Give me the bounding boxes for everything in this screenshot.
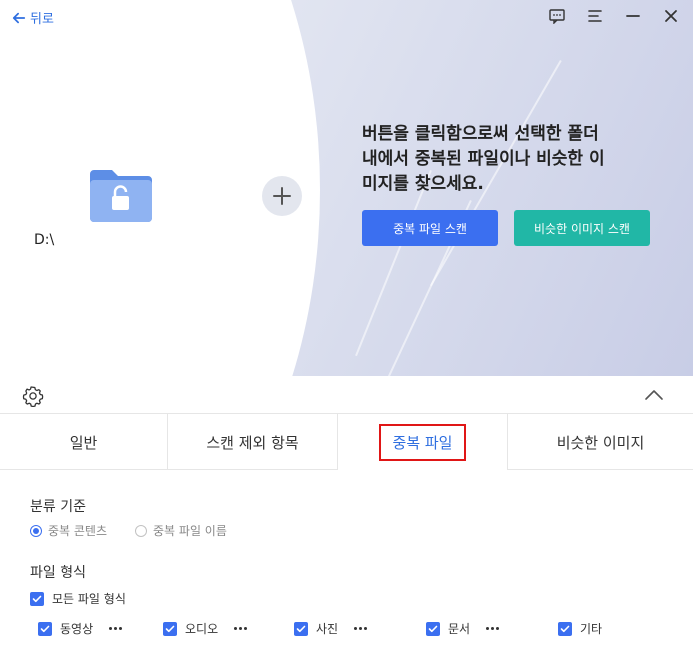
checkbox-checked (426, 621, 440, 636)
menu-button[interactable] (585, 6, 605, 26)
instruction-line: 미지를 찾으세요. (362, 174, 484, 194)
tab-label: 일반 (69, 433, 98, 452)
close-button[interactable] (661, 6, 681, 26)
file-types-title: 파일 형식 (30, 565, 86, 581)
plus-icon (273, 187, 291, 205)
menu-icon (588, 10, 602, 22)
check-icon (428, 625, 438, 632)
more-options-icon[interactable] (354, 627, 368, 630)
gear-icon[interactable] (22, 385, 44, 407)
more-options-icon[interactable] (109, 627, 123, 630)
check-icon (296, 625, 306, 632)
checkbox-checked (30, 591, 44, 606)
checkbox-label: 모든 파일 형식 (52, 592, 126, 606)
tab-similar-images[interactable]: 비슷한 이미지 (508, 414, 693, 470)
checkbox-label: 동영상 (60, 622, 94, 636)
checkbox-photo[interactable]: 사진 (294, 620, 368, 637)
instruction-line: 내에서 중복된 파일이나 비슷한 이 (362, 149, 605, 169)
chevron-up-icon[interactable] (643, 386, 665, 404)
check-icon (40, 625, 50, 632)
check-icon (165, 625, 175, 632)
minimize-button[interactable] (623, 6, 643, 26)
checkbox-video[interactable]: 동영상 (38, 620, 123, 637)
checkbox-checked (38, 621, 52, 636)
scan-similar-images-button[interactable]: 비슷한 이미지 스캔 (514, 210, 650, 246)
instruction-line: 버튼을 클릭함으로써 선택한 폴더 (362, 124, 599, 144)
back-label: 뒤로 (30, 12, 54, 27)
check-icon (560, 625, 570, 632)
radio-duplicate-content[interactable]: 중복 콘텐츠 (30, 522, 107, 539)
tab-scan-exclusions[interactable]: 스캔 제외 항목 (168, 414, 338, 470)
tab-label: 스캔 제외 항목 (206, 433, 299, 452)
arrow-left-icon (12, 12, 26, 23)
chat-icon (549, 9, 565, 24)
settings-tabs: 일반 스캔 제외 항목 중복 파일 비슷한 이미지 (0, 414, 693, 470)
check-icon (32, 595, 42, 602)
checkbox-all-file-types[interactable]: 모든 파일 형식 (30, 590, 126, 607)
tab-label: 중복 파일 (378, 423, 467, 461)
checkbox-label: 문서 (448, 622, 471, 636)
tab-duplicate-files[interactable]: 중복 파일 (338, 414, 508, 470)
hero-panel: 뒤로 D:\ 버튼을 클릭함으로써 선택한 폴더 내에서 중복된 파일이나 비슷… (0, 0, 693, 376)
radio-indicator (30, 524, 42, 537)
window-controls (547, 6, 681, 26)
add-folder-button[interactable] (262, 176, 302, 216)
checkbox-checked (558, 621, 572, 636)
minimize-icon (626, 15, 640, 17)
checkbox-label: 오디오 (185, 622, 219, 636)
checkbox-checked (294, 621, 308, 636)
close-icon (665, 10, 677, 22)
radio-duplicate-filename[interactable]: 중복 파일 이름 (135, 522, 227, 539)
feedback-button[interactable] (547, 6, 567, 26)
radio-indicator (135, 524, 148, 537)
settings-bar (0, 376, 693, 414)
checkbox-audio[interactable]: 오디오 (163, 620, 248, 637)
criteria-title: 분류 기준 (30, 499, 86, 515)
checkbox-label: 기타 (580, 622, 603, 636)
radio-label: 중복 콘텐츠 (48, 524, 108, 538)
file-type-list: 동영상 오디오 사진 문서 기타 (38, 620, 658, 638)
criteria-options: 중복 콘텐츠 중복 파일 이름 (30, 522, 227, 539)
back-button[interactable]: 뒤로 (12, 8, 54, 27)
scan-duplicates-button[interactable]: 중복 파일 스캔 (362, 210, 498, 246)
more-options-icon[interactable] (234, 627, 248, 630)
checkbox-document[interactable]: 문서 (426, 620, 500, 637)
instruction-text: 버튼을 클릭함으로써 선택한 폴더 내에서 중복된 파일이나 비슷한 이 미지를… (362, 122, 662, 197)
tab-label: 비슷한 이미지 (556, 433, 645, 452)
drive-label: D:\ (34, 232, 55, 248)
tab-general[interactable]: 일반 (0, 414, 168, 470)
checkbox-checked (163, 621, 177, 636)
checkbox-other[interactable]: 기타 (558, 620, 602, 637)
folder-lock-icon (90, 170, 152, 222)
checkbox-label: 사진 (316, 622, 339, 636)
radio-label: 중복 파일 이름 (153, 524, 227, 538)
more-options-icon[interactable] (486, 627, 500, 630)
